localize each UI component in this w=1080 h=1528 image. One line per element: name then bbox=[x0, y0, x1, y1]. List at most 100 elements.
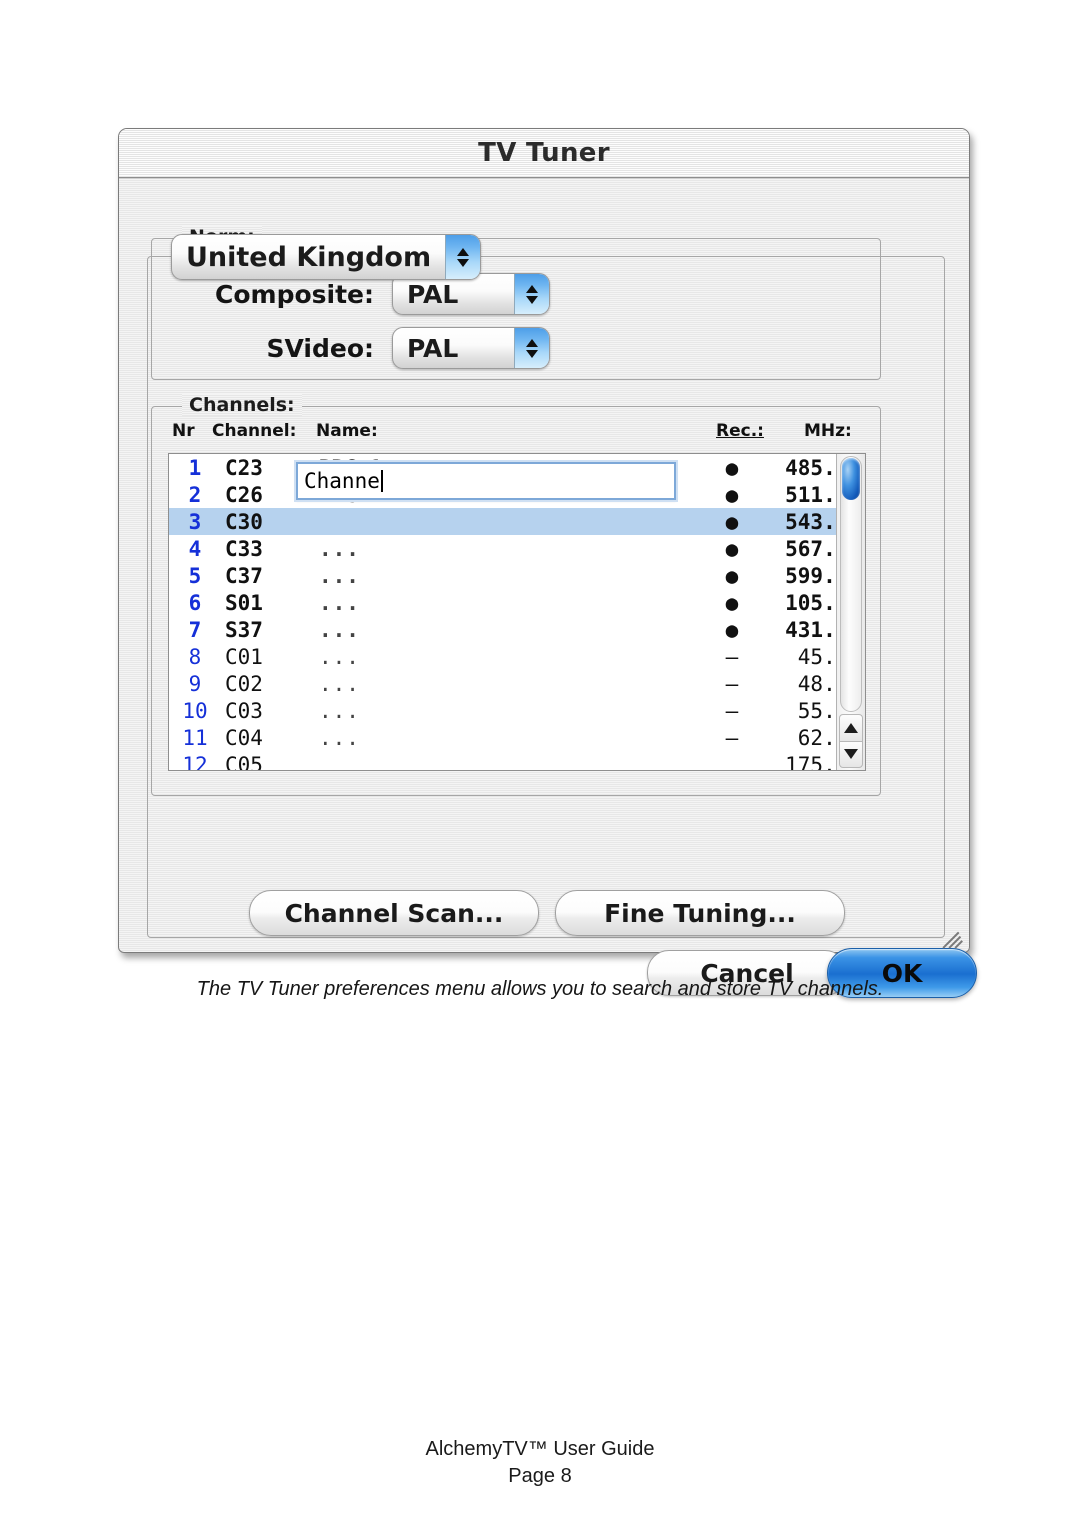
scrollbar-thumb[interactable] bbox=[842, 458, 860, 500]
country-popup-value: United Kingdom bbox=[186, 241, 432, 273]
table-row[interactable]: 11 C04... – 62.25 bbox=[169, 724, 836, 751]
triangle-down-icon bbox=[526, 295, 538, 304]
row-number: 12 bbox=[182, 752, 208, 771]
channel-list[interactable]: 1C23BBC 1●485.462C26BBC 2●511.253C30●543… bbox=[168, 453, 866, 771]
composite-popup-value: PAL bbox=[407, 279, 459, 309]
row-channel-code: S37 bbox=[225, 617, 263, 642]
row-frequency: 105.25 bbox=[785, 590, 836, 615]
row-channel-code: C23 bbox=[225, 455, 263, 480]
row-frequency: 45.25 bbox=[797, 644, 836, 669]
composite-label: Composite: bbox=[215, 279, 374, 309]
channel-table-header: Nr Channel: Name: Rec.: MHz: bbox=[168, 421, 868, 451]
row-frequency: 55.25 bbox=[797, 698, 836, 723]
row-channel-code: C26 bbox=[225, 482, 263, 507]
row-rec-marker: ● bbox=[725, 617, 739, 642]
page-footer: AlchemyTV™ User Guide Page 8 bbox=[0, 1436, 1080, 1490]
column-header-mhz[interactable]: MHz: bbox=[804, 421, 852, 441]
table-row[interactable]: 5 C37... ● 599.25 bbox=[169, 562, 836, 589]
triangle-down-icon bbox=[526, 349, 538, 358]
row-rec-marker: – bbox=[725, 671, 739, 696]
scroll-down-arrow-icon[interactable] bbox=[839, 740, 863, 768]
row-number: 1 bbox=[188, 455, 202, 480]
row-channel-name: ... bbox=[319, 698, 360, 723]
triangle-down-icon bbox=[844, 749, 858, 760]
column-header-name[interactable]: Name: bbox=[316, 421, 378, 441]
channel-scan-button[interactable]: Channel Scan... bbox=[249, 890, 539, 936]
row-number: 6 bbox=[188, 590, 202, 615]
table-row[interactable]: 10 C03... – 55.25 bbox=[169, 697, 836, 724]
table-row[interactable]: 12 C05 175.25 bbox=[169, 751, 836, 771]
column-header-rec[interactable]: Rec.: bbox=[716, 421, 764, 441]
window-titlebar[interactable]: TV Tuner bbox=[119, 129, 969, 179]
row-channel-name: ... bbox=[319, 617, 360, 642]
table-row[interactable]: 8 C01... – 45.25 bbox=[169, 643, 836, 670]
svideo-popup-button[interactable]: PAL bbox=[392, 327, 550, 369]
triangle-up-icon bbox=[526, 284, 538, 293]
dialog-body: United Kingdom Norm: Composite: PAL bbox=[119, 178, 977, 998]
triangle-up-icon bbox=[526, 338, 538, 347]
row-number: 8 bbox=[188, 644, 202, 669]
row-number: 11 bbox=[182, 725, 208, 750]
footer-title: AlchemyTV™ User Guide bbox=[425, 1438, 655, 1460]
row-frequency: 485.46 bbox=[785, 455, 836, 480]
table-row[interactable]: 4 C33... ● 567.25 bbox=[169, 535, 836, 562]
row-number: 5 bbox=[188, 563, 202, 588]
row-number: 4 bbox=[188, 536, 202, 561]
row-channel-name: ... bbox=[319, 671, 360, 696]
column-header-nr[interactable]: Nr bbox=[172, 421, 195, 441]
row-rec-marker: – bbox=[725, 698, 739, 723]
tv-tuner-dialog: TV Tuner United Kingdom Norm: Composite:… bbox=[118, 128, 977, 998]
triangle-down-icon bbox=[457, 258, 469, 267]
up-down-arrows-icon bbox=[514, 274, 549, 314]
row-channel-code: C02 bbox=[225, 671, 263, 696]
row-number: 10 bbox=[182, 698, 208, 723]
channel-list-rows: 1C23BBC 1●485.462C26BBC 2●511.253C30●543… bbox=[169, 454, 836, 770]
row-frequency: 599.25 bbox=[785, 563, 836, 588]
row-rec-marker: ● bbox=[725, 590, 739, 615]
svideo-popup-value: PAL bbox=[407, 333, 459, 363]
row-frequency: 543.06 bbox=[785, 509, 836, 534]
channels-group-label: Channels: bbox=[182, 394, 302, 416]
row-frequency: 431.25 bbox=[785, 617, 836, 642]
channel-name-input[interactable]: Channe bbox=[296, 462, 676, 500]
row-frequency: 567.25 bbox=[785, 536, 836, 561]
resize-grip-icon[interactable] bbox=[941, 925, 967, 951]
table-row[interactable]: 9 C02... – 48.25 bbox=[169, 670, 836, 697]
row-frequency: 62.25 bbox=[797, 725, 836, 750]
row-number: 3 bbox=[188, 509, 202, 534]
scrollbar-track[interactable] bbox=[840, 456, 862, 712]
svideo-label: SVideo: bbox=[266, 333, 374, 363]
row-rec-marker: ● bbox=[725, 482, 739, 507]
row-channel-name: ... bbox=[319, 725, 360, 750]
table-row[interactable]: 3 C30 ● 543.06 bbox=[169, 508, 836, 535]
triangle-up-icon bbox=[457, 247, 469, 256]
row-rec-marker: ● bbox=[725, 455, 739, 480]
channel-list-scrollbar[interactable] bbox=[836, 454, 865, 770]
row-channel-code: S01 bbox=[225, 590, 263, 615]
fine-tuning-button[interactable]: Fine Tuning... bbox=[555, 890, 845, 936]
table-row[interactable]: 6 S01... ● 105.25 bbox=[169, 589, 836, 616]
row-channel-code: C03 bbox=[225, 698, 263, 723]
footer-page-number: Page 8 bbox=[508, 1465, 572, 1487]
row-number: 9 bbox=[188, 671, 202, 696]
row-channel-code: C04 bbox=[225, 725, 263, 750]
scrollbar-arrow-group bbox=[839, 714, 863, 768]
row-channel-code: C37 bbox=[225, 563, 263, 588]
column-header-channel[interactable]: Channel: bbox=[212, 421, 296, 441]
scroll-up-arrow-icon[interactable] bbox=[839, 714, 863, 741]
table-row[interactable]: 7 S37... ● 431.25 bbox=[169, 616, 836, 643]
window-title: TV Tuner bbox=[478, 138, 610, 168]
row-channel-code: C30 bbox=[225, 509, 263, 534]
row-frequency: 175.25 bbox=[785, 752, 836, 771]
row-rec-marker: ● bbox=[725, 536, 739, 561]
row-channel-name: ... bbox=[319, 644, 360, 669]
channel-name-input-value: Channe bbox=[304, 469, 380, 493]
row-frequency: 511.25 bbox=[785, 482, 836, 507]
row-channel-name: ... bbox=[319, 536, 360, 561]
row-rec-marker: ● bbox=[725, 509, 739, 534]
channels-group-box: Channels: Nr Channel: Name: Rec.: MHz: 1… bbox=[151, 394, 881, 796]
row-channel-code: C01 bbox=[225, 644, 263, 669]
row-channel-code: C33 bbox=[225, 536, 263, 561]
up-down-arrows-icon bbox=[514, 328, 549, 368]
country-popup-button[interactable]: United Kingdom bbox=[171, 234, 481, 280]
